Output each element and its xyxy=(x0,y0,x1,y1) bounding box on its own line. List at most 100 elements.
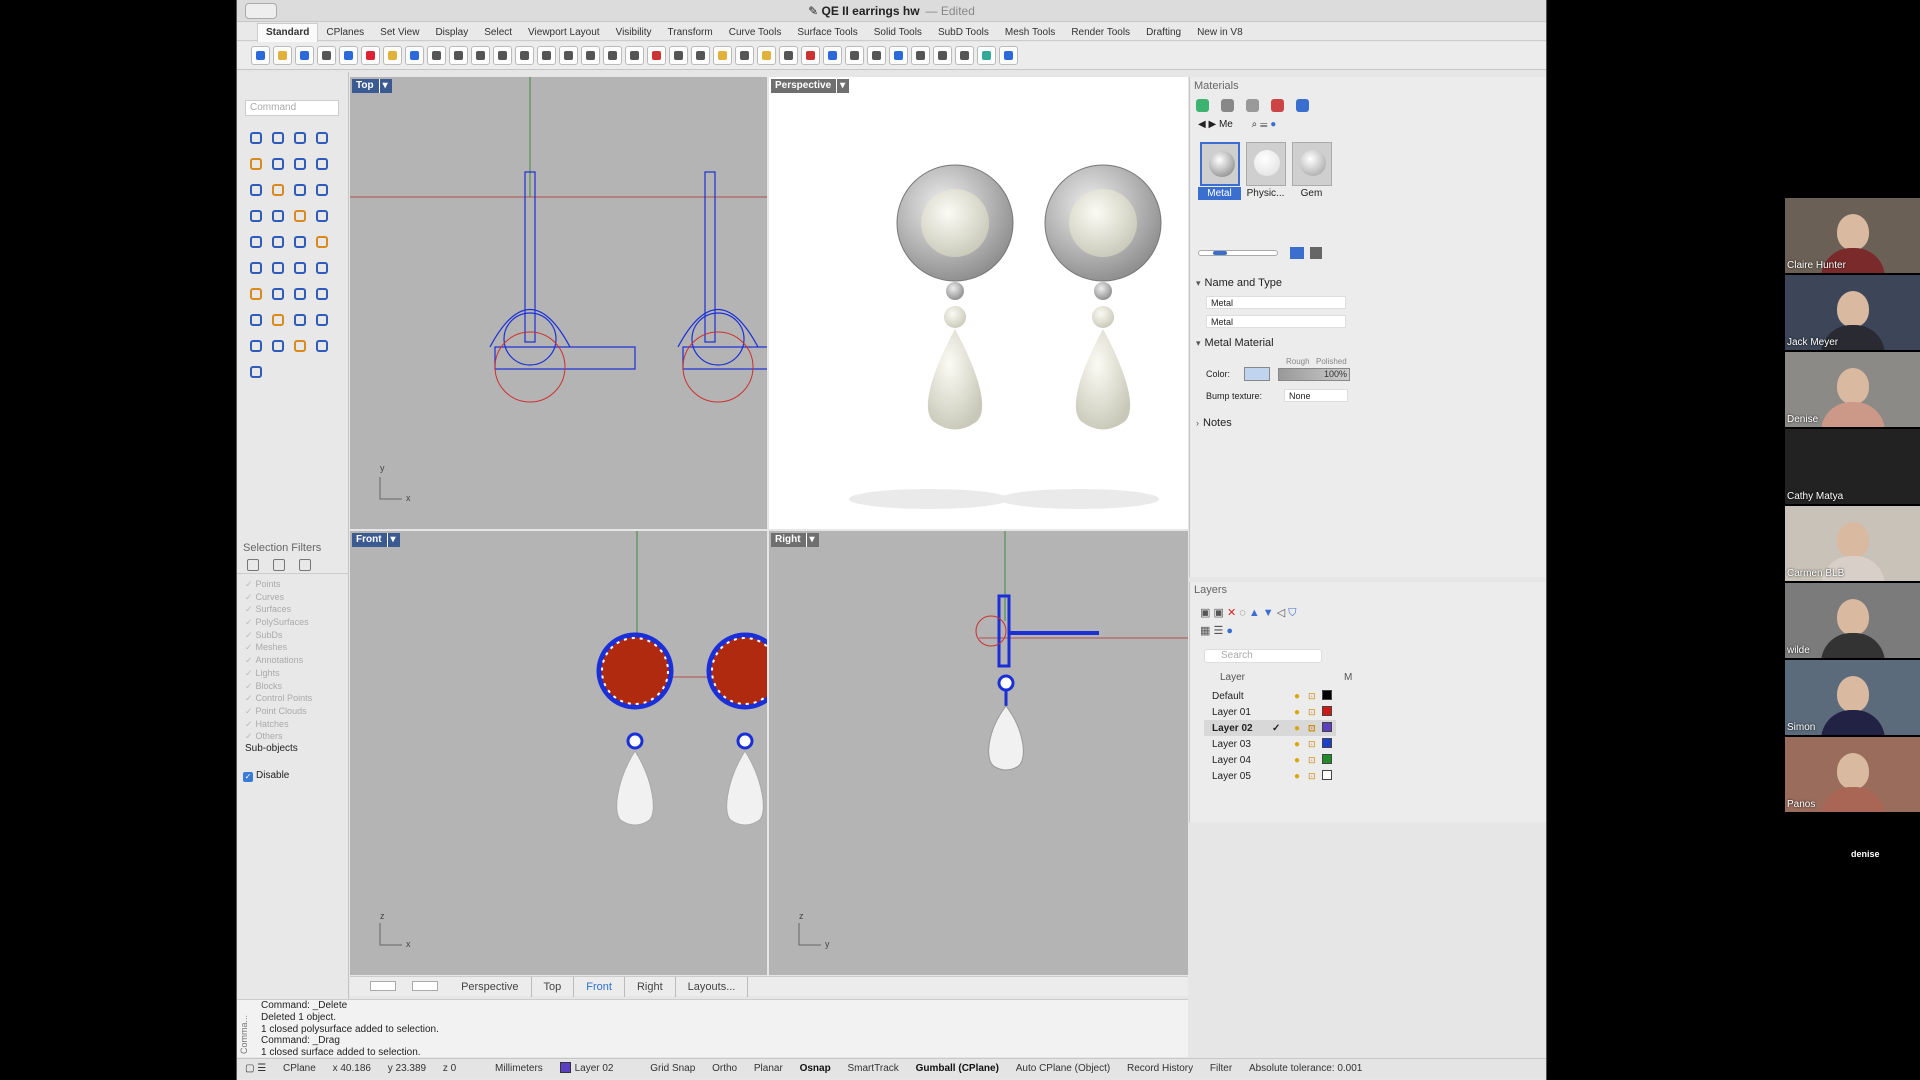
tool-icon[interactable] xyxy=(247,207,265,225)
layer-color-swatch[interactable] xyxy=(1322,768,1336,784)
delete-layer-icon[interactable]: ✕ xyxy=(1227,607,1236,619)
toolbar-button-icon[interactable] xyxy=(295,46,314,65)
status-grid-snap[interactable]: Grid Snap xyxy=(650,1059,695,1079)
tool-icon[interactable] xyxy=(291,259,309,277)
command-input[interactable]: Command xyxy=(245,100,339,116)
lock-icon[interactable]: ⊡ xyxy=(1308,736,1322,752)
lock-icon[interactable]: ⊡ xyxy=(1308,720,1322,736)
lightbulb-icon[interactable]: ● xyxy=(1294,736,1308,752)
tool-icon[interactable] xyxy=(269,155,287,173)
back-icon[interactable]: ◁ xyxy=(1277,607,1285,619)
tab-viewport-layout[interactable]: Viewport Layout xyxy=(520,24,608,42)
search-icon[interactable]: ⌕ xyxy=(1252,119,1258,130)
selection-filter-item[interactable]: ✓ SubDs xyxy=(245,629,349,642)
status-units[interactable]: Millimeters xyxy=(495,1059,543,1079)
toolbar-button-icon[interactable] xyxy=(977,46,996,65)
layer-row[interactable]: Layer 03 ● ⊡ xyxy=(1204,736,1336,752)
selection-filter-item[interactable]: ✓ Points xyxy=(245,578,349,591)
toolbar-button-icon[interactable] xyxy=(449,46,468,65)
participant-tile[interactable]: Simon xyxy=(1785,660,1920,735)
slider-knob[interactable] xyxy=(1213,251,1227,255)
vptab-layouts[interactable]: Layouts... xyxy=(676,977,749,997)
tool-icon[interactable] xyxy=(247,259,265,277)
thumbnail-size-slider[interactable] xyxy=(1198,250,1278,256)
viewport-perspective[interactable]: Perspective ▾ xyxy=(769,77,1188,529)
vptab-top[interactable]: Top xyxy=(532,977,575,997)
tab-select[interactable]: Select xyxy=(476,24,520,42)
tool-icon[interactable] xyxy=(291,285,309,303)
viewport-front[interactable]: Front ▾ z x xyxy=(350,531,767,975)
name-and-type-section[interactable]: ▾ Name and Type xyxy=(1196,277,1282,289)
notes-section[interactable]: › Notes xyxy=(1196,417,1232,429)
table-icon[interactable]: ▦ xyxy=(1200,625,1210,637)
viewport-top[interactable]: Top ▾ y x xyxy=(350,77,767,529)
toolbar-button-icon[interactable] xyxy=(581,46,600,65)
toolbar-button-icon[interactable] xyxy=(339,46,358,65)
help-icon[interactable]: ● xyxy=(1226,625,1233,637)
tab-render-tools[interactable]: Render Tools xyxy=(1063,24,1138,42)
toolbar-button-icon[interactable] xyxy=(933,46,952,65)
current-material-short[interactable]: Me xyxy=(1219,119,1233,130)
layer-row[interactable]: Layer 05 ● ⊡ xyxy=(1204,768,1336,784)
layer-row[interactable]: Layer 04 ● ⊡ xyxy=(1204,752,1336,768)
metal-color-swatch[interactable] xyxy=(1244,367,1270,381)
toolbar-button-icon[interactable] xyxy=(317,46,336,65)
material-name-field[interactable]: Metal xyxy=(1206,296,1346,309)
layer-color-swatch[interactable] xyxy=(1322,752,1336,768)
material-thumb-metal[interactable]: Metal xyxy=(1198,142,1241,200)
tool-icon[interactable] xyxy=(269,181,287,199)
status-planar[interactable]: Planar xyxy=(754,1059,783,1079)
back-icon[interactable]: ◀ ▶ xyxy=(1198,119,1219,130)
viewport-label-top[interactable]: Top ▾ xyxy=(352,79,392,93)
tab-surface-tools[interactable]: Surface Tools xyxy=(789,24,865,42)
tool-icon[interactable] xyxy=(291,181,309,199)
viewport-label-front[interactable]: Front ▾ xyxy=(352,533,400,547)
chevron-down-icon[interactable]: ▾ xyxy=(805,533,815,547)
layer-name[interactable]: Layer 02 xyxy=(1204,720,1272,736)
tool-icon[interactable] xyxy=(247,337,265,355)
tool-icon[interactable] xyxy=(269,285,287,303)
toolbar-button-icon[interactable] xyxy=(537,46,556,65)
participant-tile[interactable]: Jack Meyer xyxy=(1785,275,1920,350)
move-up-icon[interactable]: ▲ xyxy=(1249,607,1260,619)
layer-color-swatch[interactable] xyxy=(1322,688,1336,704)
status-autocplane[interactable]: Auto CPlane (Object) xyxy=(1016,1059,1111,1079)
tool-icon[interactable] xyxy=(291,207,309,225)
material-type-select[interactable]: Metal xyxy=(1206,315,1346,328)
tab-subd-tools[interactable]: SubD Tools xyxy=(930,24,997,42)
toolbar-button-icon[interactable] xyxy=(845,46,864,65)
toolbar-button-icon[interactable] xyxy=(691,46,710,65)
participant-tile[interactable]: Claire Hunter xyxy=(1785,198,1920,273)
selection-filter-item[interactable]: ✓ Hatches xyxy=(245,718,349,731)
tab-transform[interactable]: Transform xyxy=(660,24,721,42)
participant-tile[interactable]: Carmen BLB xyxy=(1785,506,1920,581)
toolbar-button-icon[interactable] xyxy=(801,46,820,65)
toolbar-button-icon[interactable] xyxy=(823,46,842,65)
tool-icon[interactable] xyxy=(291,337,309,355)
lightbulb-icon[interactable]: ● xyxy=(1294,720,1308,736)
new-sublayer-icon[interactable]: ▣ xyxy=(1213,607,1223,619)
viewport-right[interactable]: Right ▾ z y xyxy=(769,531,1188,975)
tool-icon[interactable] xyxy=(247,311,265,329)
vptab-right[interactable]: Right xyxy=(625,977,676,997)
filter-options-icon[interactable] xyxy=(273,559,285,571)
tool-icon[interactable] xyxy=(291,155,309,173)
move-down-icon[interactable]: ▼ xyxy=(1263,607,1274,619)
toolbar-button-icon[interactable] xyxy=(889,46,908,65)
tab-curve-tools[interactable]: Curve Tools xyxy=(721,24,790,42)
toolbar-button-icon[interactable] xyxy=(383,46,402,65)
tool-icon[interactable] xyxy=(291,311,309,329)
status-smarttrack[interactable]: SmartTrack xyxy=(847,1059,898,1079)
participant-tile[interactable]: Cathy Matya xyxy=(1785,429,1920,504)
layer-name[interactable]: Layer 04 xyxy=(1204,752,1272,768)
tab-standard[interactable]: Standard xyxy=(257,23,319,42)
lock-icon[interactable]: ⊡ xyxy=(1308,704,1322,720)
tool-icon[interactable] xyxy=(247,129,265,147)
tab-display[interactable]: Display xyxy=(427,24,476,42)
tool-icon[interactable] xyxy=(269,233,287,251)
toolbar-button-icon[interactable] xyxy=(867,46,886,65)
viewport-label-right[interactable]: Right ▾ xyxy=(771,533,819,547)
filter-icon[interactable] xyxy=(1221,99,1234,112)
status-cplane[interactable]: CPlane xyxy=(283,1059,316,1079)
participant-tile[interactable]: Panos xyxy=(1785,737,1920,812)
